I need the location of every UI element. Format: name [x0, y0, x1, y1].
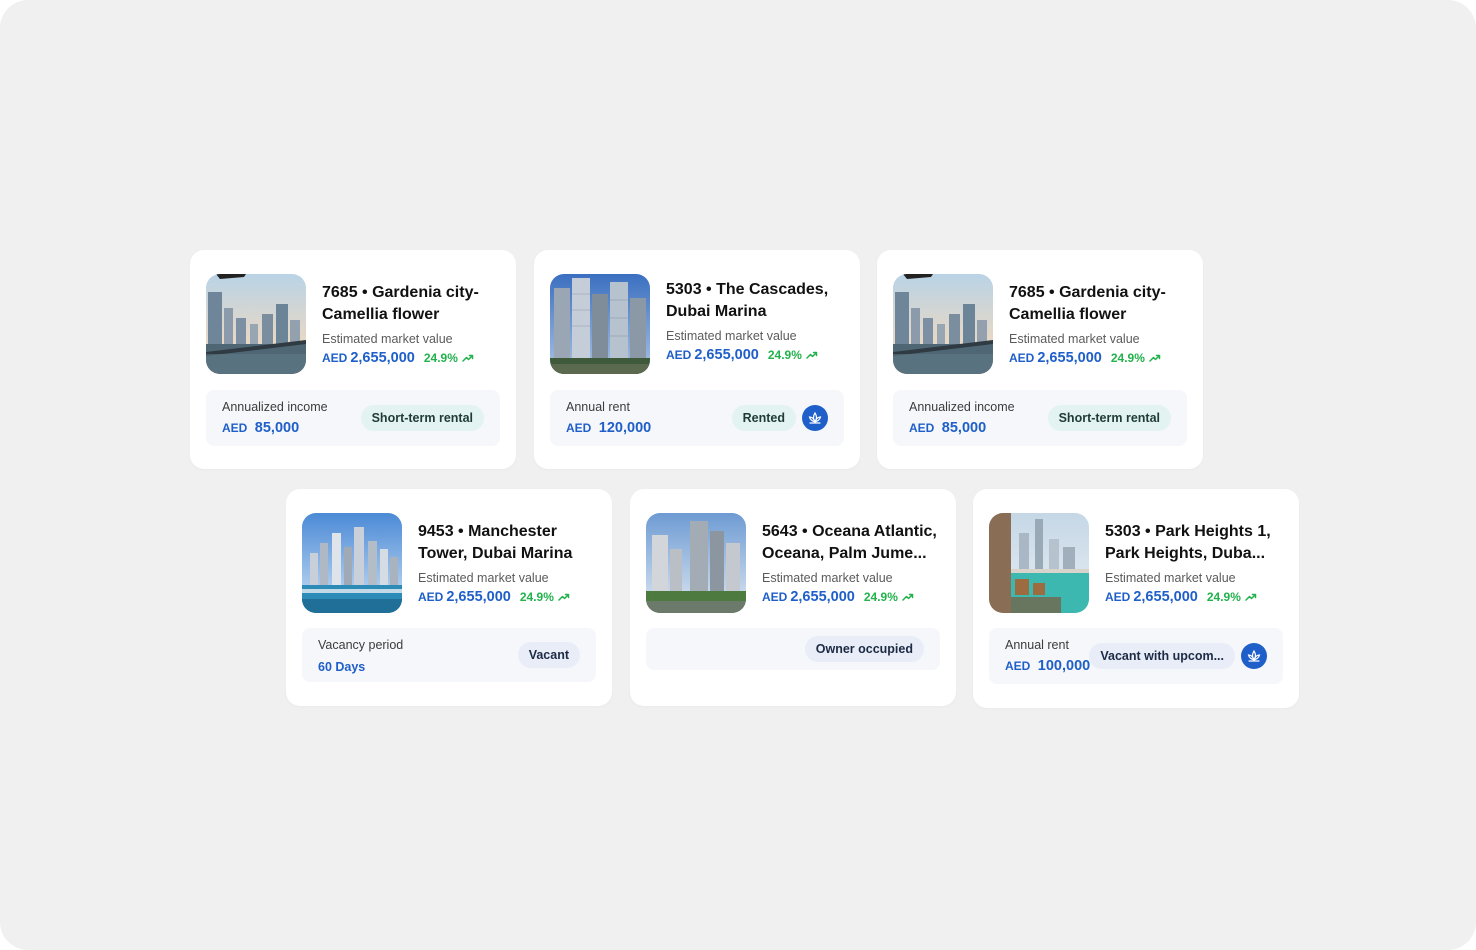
property-photo — [646, 513, 746, 613]
rent-label: Annual rent — [566, 400, 630, 414]
status-badge: Vacant — [517, 642, 580, 668]
property-photo — [550, 274, 650, 374]
rent-panel: Annual rent AED 120,000 Rented — [550, 390, 844, 446]
currency-label: AED — [666, 348, 692, 362]
currency-label: AED — [1009, 351, 1035, 365]
property-title: 5643 • Oceana Atlantic, Oceana, Palm Jum… — [762, 523, 937, 562]
market-value: 2,655,000 — [1037, 350, 1102, 366]
market-value: 2,655,000 — [1133, 589, 1198, 605]
value-change: 24.9% — [519, 590, 554, 604]
property-title: 7685 • Gardenia city- Camellia flower — [1009, 284, 1166, 323]
market-value: 2,655,000 — [446, 589, 511, 605]
value-change: 24.9% — [1206, 590, 1241, 604]
income-label: Annualized income — [222, 400, 328, 414]
income-value: 85,000 — [941, 420, 987, 436]
trend-up-icon — [1245, 593, 1257, 601]
status-panel: Owner occupied — [646, 628, 940, 670]
income-panel: Annualized income AED 85,000 Short-term … — [206, 390, 500, 446]
property-photo — [206, 274, 306, 374]
trend-up-icon — [902, 593, 914, 601]
vacancy-label: Vacancy period — [318, 638, 404, 652]
estimated-value-label: Estimated market value — [1105, 571, 1236, 585]
lotus-icon[interactable] — [802, 405, 828, 431]
property-card-manchester[interactable]: 9453 • Manchester Tower, Dubai Marina Es… — [286, 489, 612, 706]
currency-label: AED — [762, 590, 788, 604]
property-title: 5303 • The Cascades, Dubai Marina — [666, 281, 829, 320]
trend-up-icon — [1149, 354, 1161, 362]
currency-label: AED — [1005, 659, 1031, 673]
property-card-cascades[interactable]: 5303 • The Cascades, Dubai Marina Estima… — [534, 250, 860, 469]
currency-label: AED — [322, 351, 348, 365]
market-value: 2,655,000 — [350, 350, 415, 366]
estimated-value-label: Estimated market value — [762, 571, 893, 585]
property-card-gardenia-2[interactable]: 7685 • Gardenia city- Camellia flower Es… — [877, 250, 1203, 469]
rent-value: 120,000 — [598, 420, 652, 436]
trend-up-icon — [558, 593, 570, 601]
value-change: 24.9% — [767, 348, 802, 362]
property-title: 9453 • Manchester Tower, Dubai Marina — [418, 523, 573, 562]
property-title: 7685 • Gardenia city- Camellia flower — [322, 284, 479, 323]
status-badge: Rented — [731, 405, 796, 431]
property-card-oceana[interactable]: 5643 • Oceana Atlantic, Oceana, Palm Jum… — [630, 489, 956, 706]
rent-value: 100,000 — [1037, 658, 1091, 674]
value-change: 24.9% — [863, 590, 898, 604]
market-value: 2,655,000 — [694, 347, 759, 363]
vacancy-panel: Vacancy period 60 Days Vacant — [302, 628, 596, 682]
income-panel: Annualized income AED 85,000 Short-term … — [893, 390, 1187, 446]
income-value: 85,000 — [254, 420, 300, 436]
status-badge: Vacant with upcom... — [1089, 643, 1235, 669]
trend-up-icon — [462, 354, 474, 362]
canvas-background — [0, 0, 1476, 950]
property-photo — [893, 274, 993, 374]
property-photo — [302, 513, 402, 613]
value-change: 24.9% — [1110, 351, 1145, 365]
property-photo — [989, 513, 1089, 613]
status-badge: Short-term rental — [360, 405, 484, 431]
property-card-gardenia-1[interactable]: 7685 • Gardenia city- Camellia flower Es… — [190, 250, 516, 469]
trend-up-icon — [806, 351, 818, 359]
estimated-value-label: Estimated market value — [1009, 332, 1140, 346]
currency-label: AED — [909, 421, 935, 435]
lotus-icon[interactable] — [1241, 643, 1267, 669]
currency-label: AED — [566, 421, 592, 435]
estimated-value-label: Estimated market value — [322, 332, 453, 346]
currency-label: AED — [222, 421, 248, 435]
currency-label: AED — [1105, 590, 1131, 604]
vacancy-value: 60 Days — [318, 660, 366, 674]
rent-panel: Annual rent AED 100,000 Vacant with upco… — [989, 628, 1283, 684]
income-label: Annualized income — [909, 400, 1015, 414]
property-title: 5303 • Park Heights 1, Park Heights, Dub… — [1105, 523, 1271, 562]
property-card-park-heights[interactable]: 5303 • Park Heights 1, Park Heights, Dub… — [973, 489, 1299, 708]
estimated-value-label: Estimated market value — [666, 329, 797, 343]
status-badge: Owner occupied — [804, 636, 924, 662]
value-change: 24.9% — [423, 351, 458, 365]
estimated-value-label: Estimated market value — [418, 571, 549, 585]
rent-label: Annual rent — [1005, 638, 1069, 652]
status-badge: Short-term rental — [1047, 405, 1171, 431]
currency-label: AED — [418, 590, 444, 604]
market-value: 2,655,000 — [790, 589, 855, 605]
